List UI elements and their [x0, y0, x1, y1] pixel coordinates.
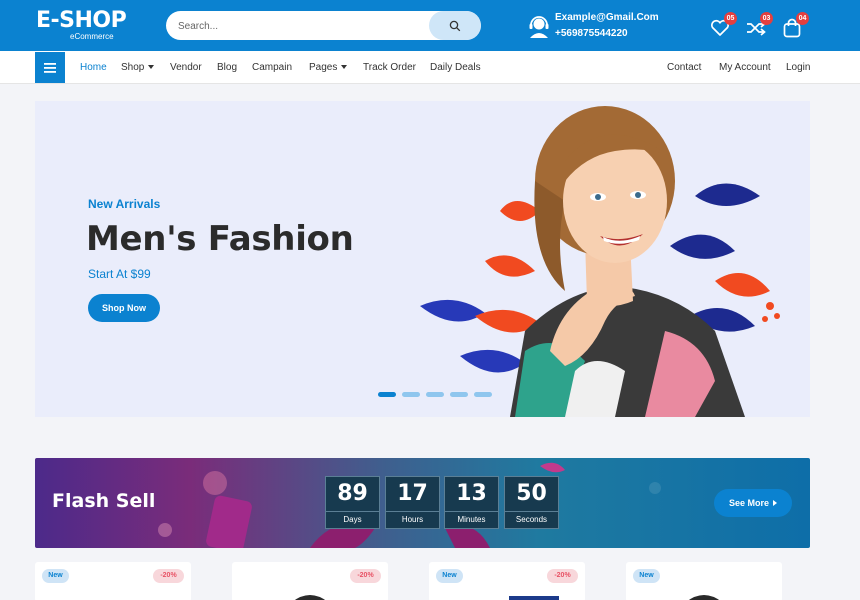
- countdown-minutes: 13 Minutes: [444, 476, 499, 529]
- contact-phone[interactable]: +569875544220: [555, 28, 628, 39]
- contact-email[interactable]: Example@Gmail.Com: [555, 12, 659, 23]
- nav-contact[interactable]: Contact: [667, 62, 701, 73]
- nav-track-order[interactable]: Track Order: [363, 62, 416, 73]
- discount-badge: -20%: [350, 569, 381, 583]
- product-image: [294, 595, 326, 600]
- countdown-seconds: 50 Seconds: [504, 476, 559, 529]
- cart-button[interactable]: 04: [781, 12, 809, 39]
- product-card[interactable]: New -20%: [429, 562, 585, 600]
- search-button[interactable]: [429, 11, 481, 40]
- product-card[interactable]: New -20%: [35, 562, 191, 600]
- search-bar: [166, 11, 481, 40]
- product-image: [688, 595, 720, 600]
- wishlist-count-badge: 05: [724, 12, 737, 25]
- hero-model-image: [420, 106, 780, 417]
- product-card[interactable]: -20%: [232, 562, 388, 600]
- shop-now-button[interactable]: Shop Now: [88, 294, 160, 322]
- nav-pages-label: Pages: [309, 62, 338, 73]
- new-badge: New: [436, 569, 463, 583]
- nav-shop[interactable]: Shop: [121, 62, 155, 73]
- see-more-button[interactable]: See More: [714, 489, 792, 517]
- slider-dot[interactable]: [402, 392, 420, 397]
- new-badge: New: [42, 569, 69, 583]
- headset-icon: [529, 16, 549, 38]
- countdown-label: Hours: [401, 515, 424, 524]
- cart-count-badge: 04: [796, 12, 809, 25]
- logo-text: E-SHOP: [36, 8, 127, 33]
- compare-count-badge: 03: [760, 12, 773, 25]
- hero-kicker: New Arrivals: [88, 197, 161, 211]
- logo-subtitle: eCommerce: [70, 32, 114, 41]
- top-header: E-SHOP eCommerce Example@Gmail.Com +5698…: [0, 0, 860, 51]
- countdown-days: 89 Days: [325, 476, 380, 529]
- flash-title: Flash Sell: [52, 490, 156, 512]
- nav-shop-label: Shop: [121, 62, 145, 73]
- search-input[interactable]: [178, 18, 428, 34]
- compare-button[interactable]: 03: [745, 12, 773, 39]
- countdown-value: 13: [456, 481, 487, 506]
- nav-my-account[interactable]: My Account: [719, 62, 771, 73]
- nav-login[interactable]: Login: [786, 62, 810, 73]
- countdown-value: 17: [397, 481, 428, 506]
- categories-menu-button[interactable]: [35, 52, 65, 83]
- search-icon: [449, 20, 461, 31]
- see-more-label: See More: [728, 498, 770, 508]
- hero-title: Men's Fashion: [86, 219, 354, 259]
- caret-down-icon: [341, 65, 348, 70]
- countdown-value: 89: [337, 481, 368, 506]
- nav-home[interactable]: Home: [80, 62, 107, 73]
- nav-blog[interactable]: Blog: [217, 62, 237, 73]
- countdown-hours: 17 Hours: [385, 476, 440, 529]
- slider-dots: [378, 392, 492, 397]
- countdown-label: Minutes: [457, 515, 486, 524]
- nav-campain[interactable]: Campain: [252, 62, 292, 73]
- slider-dot[interactable]: [426, 392, 444, 397]
- discount-badge: -20%: [153, 569, 184, 583]
- caret-right-icon: [773, 500, 778, 506]
- countdown-label: Seconds: [515, 515, 548, 524]
- discount-badge: -20%: [547, 569, 578, 583]
- logo[interactable]: E-SHOP eCommerce: [36, 8, 127, 41]
- nav-pages[interactable]: Pages: [309, 62, 348, 73]
- hamburger-icon: [44, 62, 56, 73]
- new-badge: New: [633, 569, 660, 583]
- wishlist-button[interactable]: 05: [709, 12, 737, 39]
- product-card[interactable]: New: [626, 562, 782, 600]
- caret-down-icon: [148, 65, 155, 70]
- main-nav: Home Shop Vendor Blog Campain Pages Trac…: [0, 51, 860, 84]
- hero-price: Start At $99: [88, 267, 151, 281]
- product-image: [509, 596, 559, 600]
- nav-daily-deals[interactable]: Daily Deals: [430, 62, 481, 73]
- countdown-label: Days: [343, 515, 362, 524]
- nav-vendor[interactable]: Vendor: [170, 62, 202, 73]
- slider-dot[interactable]: [378, 392, 396, 397]
- flash-sell-banner: Flash Sell 89 Days 17 Hours 13 Minutes 5…: [35, 458, 810, 548]
- slider-dot[interactable]: [450, 392, 468, 397]
- countdown-value: 50: [516, 481, 547, 506]
- hero-banner: New Arrivals Men's Fashion Start At $99 …: [35, 101, 810, 417]
- slider-dot[interactable]: [474, 392, 492, 397]
